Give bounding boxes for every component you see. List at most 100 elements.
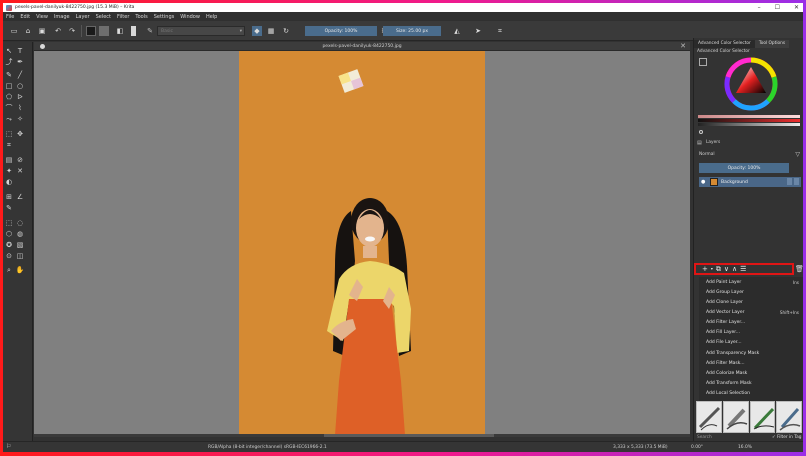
open-document-icon[interactable]: ⌂: [23, 26, 33, 36]
polyline-tool-icon[interactable]: ᐅ: [16, 93, 24, 101]
tab-tool-options[interactable]: Tool Options: [754, 40, 790, 48]
close-document-button[interactable]: ✕: [680, 42, 686, 50]
menu-file[interactable]: File: [6, 14, 14, 20]
color-picker-icon[interactable]: ⊘: [16, 156, 24, 164]
multibrush-icon[interactable]: ✧: [16, 115, 24, 123]
color-wheel[interactable]: [724, 57, 778, 111]
edit-shapes-icon[interactable]: ⤴: [5, 58, 13, 66]
select-shapes-icon[interactable]: ↖: [5, 47, 13, 55]
pattern-swatch-icon[interactable]: [99, 26, 109, 36]
brush-preset-field[interactable]: Basic ▾: [157, 26, 245, 36]
assistant-tool-2-icon[interactable]: ⊞: [5, 193, 13, 201]
menu-item-add-fill-layer[interactable]: Add Fill Layer...: [706, 330, 740, 335]
freehand-path-icon[interactable]: ⌇: [16, 104, 24, 112]
magnetic-select-icon[interactable]: ◫: [16, 252, 24, 260]
redo-icon[interactable]: ↷: [67, 26, 77, 36]
brush-preset-tile[interactable]: [722, 401, 749, 433]
horizontal-scrollbar[interactable]: [34, 434, 690, 437]
horizontal-scrollbar-thumb[interactable]: [324, 434, 494, 437]
status-brush-icon[interactable]: ⚐: [6, 443, 11, 450]
text-tool-icon[interactable]: T: [16, 47, 24, 55]
similar-select-icon[interactable]: ▧: [16, 241, 24, 249]
move-layer-up-icon[interactable]: ∧: [732, 265, 737, 273]
polygon-tool-icon[interactable]: ⬠: [5, 93, 13, 101]
calligraphy-icon[interactable]: ✒: [16, 58, 24, 66]
menu-window[interactable]: Window: [180, 14, 200, 20]
gradient-swatch-icon[interactable]: [86, 26, 96, 36]
minimize-button[interactable]: –: [758, 4, 761, 11]
document-tab[interactable]: pexels-pavel-danilyuk-8422750.jpg ✕: [34, 42, 690, 51]
fg-bg-color-icon[interactable]: ◧: [115, 26, 125, 36]
canvas-area[interactable]: pexels-pavel-danilyuk-8422750.jpg ✕: [34, 42, 690, 437]
value-slider[interactable]: [698, 123, 800, 126]
brush-tool-icon[interactable]: ✎: [5, 71, 13, 79]
filter-icon[interactable]: ▽: [795, 151, 800, 158]
menu-item-add-filter-mask[interactable]: Add Filter Mask...: [706, 361, 745, 366]
move-tool-icon[interactable]: ✥: [16, 130, 24, 138]
pan-tool-icon[interactable]: ✋: [16, 266, 25, 274]
menu-edit[interactable]: Edit: [20, 14, 30, 20]
ellipse-select-icon[interactable]: ◌: [16, 219, 24, 227]
bezier-tool-icon[interactable]: ⌒: [5, 104, 13, 112]
brush-search-input[interactable]: Search: [697, 435, 712, 440]
add-layer-button[interactable]: +: [702, 265, 708, 273]
close-window-button[interactable]: ✕: [794, 4, 799, 11]
outline-select-icon[interactable]: ◍: [16, 230, 24, 238]
contiguous-select-icon[interactable]: ✪: [5, 241, 13, 249]
menu-item-add-transparency-mask[interactable]: Add Transparency Mask: [706, 351, 759, 356]
filter-in-tag-checkbox[interactable]: ✓ Filter in Tag: [772, 435, 802, 440]
duplicate-layer-icon[interactable]: ⧉: [716, 265, 721, 273]
maximize-button[interactable]: ☐: [775, 4, 780, 11]
line-tool-icon[interactable]: ╱: [16, 71, 24, 79]
menu-filter[interactable]: Filter: [117, 14, 129, 20]
menu-item-add-clone-layer[interactable]: Add Clone Layer: [706, 300, 743, 305]
tab-advanced-color-selector[interactable]: Advanced Color Selector: [694, 40, 755, 48]
inherit-alpha-icon[interactable]: [794, 178, 799, 185]
menu-item-add-vector-layer[interactable]: Add Vector Layer Shift+Ins: [706, 310, 801, 315]
layer-row-background[interactable]: ● Background: [699, 177, 801, 187]
delete-layer-icon[interactable]: 🗑: [795, 265, 803, 273]
add-layer-dropdown-icon[interactable]: ▾: [711, 265, 713, 273]
reload-preset-icon[interactable]: ↻: [281, 26, 291, 36]
eraser-mode-icon[interactable]: ◆: [252, 26, 262, 36]
mirror-horizontal-icon[interactable]: ◭: [452, 26, 462, 36]
menu-settings[interactable]: Settings: [154, 14, 175, 20]
brush-preset-tile[interactable]: [696, 401, 722, 433]
menu-select[interactable]: Select: [96, 14, 111, 20]
zoom-tool-icon[interactable]: ⌕: [5, 266, 13, 274]
menu-item-add-transform-mask[interactable]: Add Transform Mask: [706, 381, 752, 386]
save-document-icon[interactable]: ▣: [37, 26, 47, 36]
gradient-tool-icon[interactable]: ▤: [5, 156, 13, 164]
smart-patch-icon[interactable]: ✦: [5, 167, 13, 175]
status-color-space[interactable]: RGB/Alpha (8-bit integer/channel) sRGB-I…: [208, 445, 327, 450]
rectangle-tool-icon[interactable]: □: [5, 82, 13, 90]
menu-item-add-group-layer[interactable]: Add Group Layer: [706, 290, 744, 295]
brush-preset-icon[interactable]: ✎: [145, 26, 155, 36]
assistant-tool-icon[interactable]: ✕: [16, 167, 24, 175]
transform-tool-icon[interactable]: ⬚: [5, 130, 13, 138]
crop-tool-icon[interactable]: ⌗: [5, 141, 13, 149]
menu-view[interactable]: View: [36, 14, 48, 20]
menu-item-add-local-selection[interactable]: Add Local Selection: [706, 391, 750, 396]
menu-layer[interactable]: Layer: [76, 14, 90, 20]
menu-item-add-filter-layer[interactable]: Add Filter Layer...: [706, 320, 745, 325]
polygon-select-icon[interactable]: ⬡: [5, 230, 13, 238]
opacity-slider[interactable]: Opacity: 100%: [305, 26, 377, 36]
layer-opacity-slider[interactable]: Opacity: 100%: [699, 163, 789, 173]
hue-slider[interactable]: [698, 115, 800, 118]
saturation-slider[interactable]: [698, 119, 800, 122]
alpha-lock-icon[interactable]: [787, 178, 792, 185]
preserve-alpha-icon[interactable]: ▦: [266, 26, 276, 36]
undo-icon[interactable]: ↶: [53, 26, 63, 36]
visibility-eye-icon[interactable]: ●: [701, 179, 707, 185]
bezier-select-icon[interactable]: ⊙: [5, 252, 13, 260]
menu-item-add-colorize-mask[interactable]: Add Colorize Mask: [706, 371, 747, 376]
crop-icon[interactable]: ⌗: [495, 26, 505, 36]
reference-tool-icon[interactable]: ✎: [5, 204, 13, 212]
size-slider[interactable]: Size: 25.00 px: [383, 26, 441, 36]
blend-mode-select[interactable]: Normal: [699, 152, 715, 157]
layer-properties-icon[interactable]: ☰: [740, 265, 746, 273]
menu-image[interactable]: Image: [54, 14, 70, 20]
canvas-background[interactable]: [34, 51, 690, 435]
new-document-icon[interactable]: ▭: [9, 26, 19, 36]
